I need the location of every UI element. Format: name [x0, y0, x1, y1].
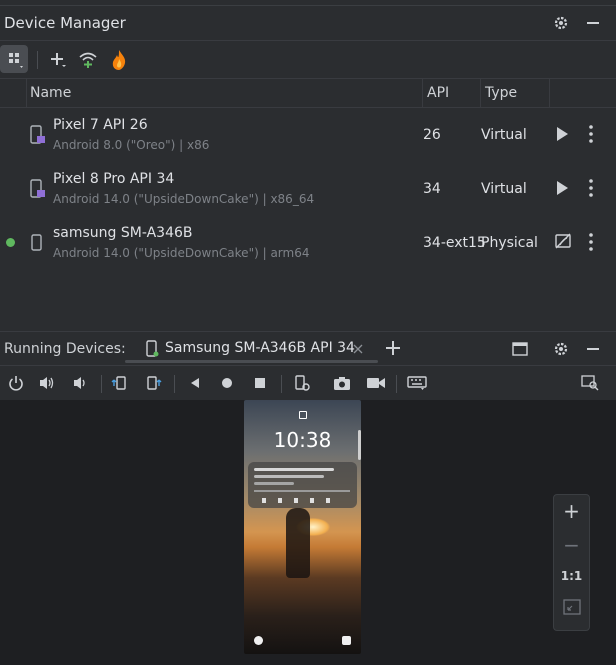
device-api: 26 — [423, 127, 441, 143]
device-screen-mirror[interactable]: 10:38 — [244, 400, 361, 654]
lock-icon — [299, 411, 307, 419]
column-header-name[interactable]: Name — [30, 85, 71, 101]
close-tab-icon[interactable] — [350, 341, 366, 357]
device-api: 34-ext15 — [423, 235, 486, 251]
zoom-out-button[interactable]: − — [554, 533, 589, 557]
device-manager-toolbar — [0, 40, 616, 79]
device-row[interactable]: samsung SM-A346B Android 14.0 ("UpsideDo… — [0, 215, 616, 269]
lockscreen-clock: 10:38 — [273, 428, 332, 452]
device-table-header: Name API Type — [0, 78, 616, 108]
device-manager-titlebar: Device Manager — [0, 6, 616, 40]
zoom-fit-icon[interactable] — [554, 599, 589, 619]
phone-icon — [145, 340, 159, 362]
column-separator — [480, 79, 481, 107]
running-devices-bar: Running Devices: Samsung SM-A346B API 34 — [0, 331, 616, 366]
back-icon[interactable] — [185, 373, 205, 393]
device-settings-icon[interactable] — [292, 373, 312, 393]
screenshot-camera-icon[interactable] — [332, 373, 352, 393]
device-type: Physical — [481, 235, 538, 251]
more-options-icon[interactable] — [584, 231, 598, 253]
window-layout-icon[interactable] — [509, 338, 531, 360]
more-options-icon[interactable] — [584, 123, 598, 145]
column-separator — [422, 79, 423, 107]
running-devices-label: Running Devices: — [4, 341, 126, 357]
tab-scroll-indicator — [125, 360, 378, 363]
home-icon[interactable] — [217, 373, 237, 393]
column-separator — [549, 79, 550, 107]
volume-down-icon[interactable] — [70, 373, 90, 393]
device-name: samsung SM-A346B — [53, 225, 193, 241]
group-by-button[interactable] — [0, 45, 28, 73]
keyboard-input-icon[interactable] — [406, 373, 428, 393]
online-status-dot — [6, 238, 15, 247]
device-details: Android 14.0 ("UpsideDownCake") | x86_64 — [53, 192, 315, 206]
stop-mirroring-icon[interactable] — [553, 231, 573, 251]
rotate-left-icon[interactable] — [110, 373, 130, 393]
device-name: Pixel 7 API 26 — [53, 117, 148, 133]
device-api: 34 — [423, 181, 441, 197]
person-silhouette — [286, 508, 310, 578]
minimize-icon[interactable] — [582, 338, 604, 360]
panel-title: Device Manager — [4, 14, 126, 32]
more-options-icon[interactable] — [584, 177, 598, 199]
pair-wifi-icon[interactable] — [77, 49, 99, 71]
toolbar-divider — [396, 375, 397, 393]
minimize-icon[interactable] — [582, 12, 604, 34]
phone-virtual-icon — [30, 125, 46, 149]
column-separator — [26, 79, 27, 107]
phone-physical-icon — [30, 233, 44, 257]
column-header-api[interactable]: API — [427, 85, 449, 101]
device-controls-toolbar — [0, 365, 616, 401]
toolbar-divider — [174, 375, 175, 393]
column-header-type[interactable]: Type — [485, 85, 517, 101]
phone-virtual-icon — [30, 179, 46, 203]
zoom-controls: + − 1:1 — [553, 494, 590, 631]
toolbar-divider — [101, 375, 102, 393]
device-row[interactable]: Pixel 8 Pro API 34 Android 14.0 ("Upside… — [0, 161, 616, 215]
toolbar-divider — [281, 375, 282, 393]
layout-inspector-icon[interactable] — [580, 373, 600, 393]
rotate-right-icon[interactable] — [143, 373, 163, 393]
device-details: Android 8.0 ("Oreo") | x86 — [53, 138, 210, 152]
screen-scrollbar[interactable] — [358, 430, 361, 460]
launch-play-icon[interactable] — [553, 124, 571, 144]
media-notification-card — [248, 462, 357, 508]
zoom-in-button[interactable]: + — [554, 499, 589, 523]
launch-play-icon[interactable] — [553, 178, 571, 198]
camera-shortcut-icon — [342, 636, 351, 645]
device-name: Pixel 8 Pro API 34 — [53, 171, 175, 187]
device-row[interactable]: Pixel 7 API 26 Android 8.0 ("Oreo") | x8… — [0, 107, 616, 161]
phone-shortcut-icon — [254, 636, 263, 645]
volume-up-icon[interactable] — [37, 373, 57, 393]
device-type: Virtual — [481, 181, 527, 197]
power-icon[interactable] — [6, 373, 26, 393]
device-tab-title: Samsung SM-A346B API 34 — [165, 340, 355, 356]
overview-icon[interactable] — [250, 373, 270, 393]
grid-icon — [9, 53, 23, 68]
add-tab-icon[interactable] — [383, 338, 403, 358]
device-details: Android 14.0 ("UpsideDownCake") | arm64 — [53, 246, 310, 260]
firebase-icon[interactable] — [108, 48, 130, 72]
settings-gear-icon[interactable] — [550, 338, 572, 360]
screen-record-icon[interactable] — [365, 373, 387, 393]
add-device-icon[interactable] — [46, 49, 68, 71]
settings-gear-icon[interactable] — [550, 12, 572, 34]
toolbar-divider — [37, 51, 38, 69]
zoom-actual-size-button[interactable]: 1:1 — [554, 569, 589, 583]
device-type: Virtual — [481, 127, 527, 143]
